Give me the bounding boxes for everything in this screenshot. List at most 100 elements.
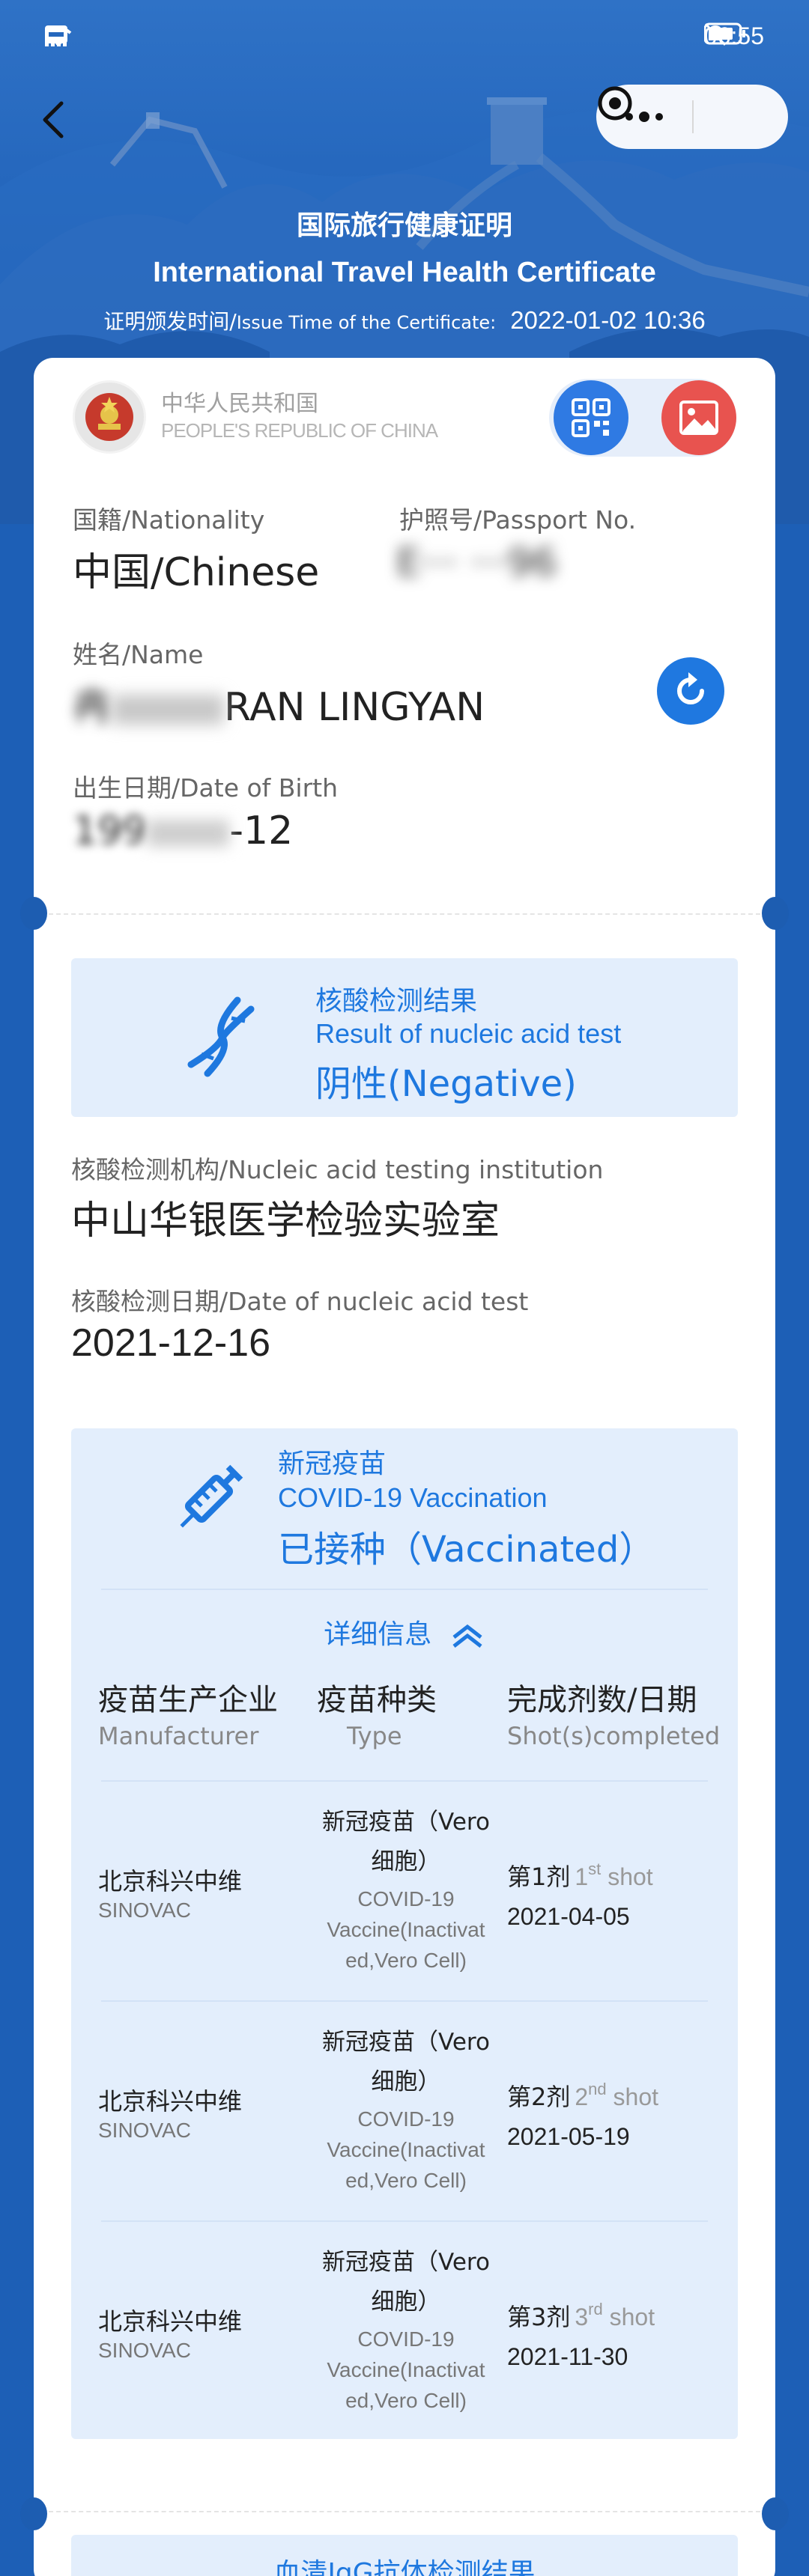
syringe-icon	[180, 1464, 243, 1528]
nucleic-result-panel: 核酸检测结果 Result of nucleic acid test 阴性(Ne…	[71, 958, 738, 1117]
name-redacted: 冉	[73, 685, 112, 730]
target-icon	[598, 86, 632, 121]
details-toggle[interactable]: 详细信息	[71, 1613, 738, 1651]
row-type-en-line1: COVID-19	[357, 2327, 455, 2351]
row-type-en-line2: Vaccine(Inactivat	[327, 2138, 485, 2161]
certificate-title-en: International Travel Health Certificate	[153, 257, 656, 288]
row-type-en-line2: Vaccine(Inactivat	[327, 2358, 485, 2381]
row-shot: 第1剂 1st shot	[507, 1858, 653, 1893]
ticket-notch	[20, 897, 47, 930]
row-manufacturer-en: SINOVAC	[98, 1898, 191, 1922]
dob-label: 出生日期/Date of Birth	[73, 773, 339, 803]
row-shot-word: shot	[613, 2083, 659, 2110]
row-shot-cn: 第2剂	[507, 2083, 571, 2111]
header-type-en: Type	[347, 1722, 402, 1750]
nucleic-title-en: Result of nucleic acid test	[315, 1018, 622, 1049]
row-type-en-line1: COVID-19	[357, 1887, 455, 1910]
dob-value: 199 -12	[73, 809, 293, 853]
header-manufacturer-en: Manufacturer	[98, 1722, 259, 1750]
dob-visible: -12	[229, 809, 294, 853]
chevron-up-icon	[452, 1624, 482, 1648]
test-date-value: 2021-12-16	[71, 1321, 270, 1365]
name-redaction	[112, 695, 225, 725]
dob-redacted: 199	[73, 809, 148, 853]
row-shot-suffix: nd	[588, 2080, 607, 2098]
ticket-notch	[762, 2497, 789, 2530]
row-shot-word: shot	[607, 1863, 653, 1890]
nationality-value: 中国/Chinese	[73, 550, 320, 595]
nationality-label: 国籍/Nationality	[73, 505, 265, 535]
row-date: 2021-11-30	[507, 2343, 628, 2370]
header-shots-en: Shot(s)completed	[507, 1722, 721, 1750]
institution-value: 中山华银医学检验实验室	[71, 1199, 500, 1243]
qr-code-icon	[572, 398, 610, 437]
status-bar: 4G 06:	[0, 0, 809, 75]
certificate-card: 中华人民共和国 PEOPLE'S REPUBLIC OF CHINA 国籍/Na…	[20, 358, 789, 2576]
issue-time-value: 2022-01-02 10:36	[510, 306, 706, 334]
passport-value: E··· ···96	[396, 541, 557, 585]
institution-label: 核酸检测机构/Nucleic acid testing institution	[71, 1155, 604, 1184]
vaccination-panel: 新冠疫苗 COVID-19 Vaccination 已接种（Vaccinated…	[71, 1428, 738, 2439]
qr-code-button[interactable]	[554, 380, 628, 455]
vaccine-status: 已接种（Vaccinated）	[278, 1529, 655, 1571]
issue-time: 证明颁发时间/Issue Time of the Certificate: 20…	[0, 305, 809, 335]
row-shot-cn: 第3剂	[507, 2303, 571, 2331]
refresh-icon	[677, 672, 704, 704]
details-label: 详细信息	[324, 1619, 432, 1650]
row-shot-num: 1	[575, 1863, 589, 1890]
image-button[interactable]	[661, 380, 736, 455]
country-name-en: PEOPLE'S REPUBLIC OF CHINA	[161, 419, 438, 442]
row-divider	[101, 2220, 708, 2222]
row-manufacturer-cn: 北京科兴中维	[98, 1867, 243, 1896]
test-date-label: 核酸检测日期/Date of nucleic acid test	[71, 1287, 529, 1316]
back-button[interactable]	[33, 97, 78, 142]
row-type-en-line1: COVID-19	[357, 2107, 455, 2131]
divider	[101, 1589, 708, 1590]
row-divider	[101, 2000, 708, 2002]
row-type-cn-line2: 细胞）	[371, 2289, 441, 2315]
vaccine-title-cn: 新冠疫苗	[278, 1449, 387, 1479]
issue-label-cn: 证明颁发时间/	[103, 309, 237, 334]
country-name-cn: 中华人民共和国	[161, 391, 318, 417]
row-manufacturer-en: SINOVAC	[98, 2119, 191, 2142]
row-manufacturer-cn: 北京科兴中维	[98, 2087, 243, 2116]
row-type-en-line3: ed,Vero Cell)	[345, 2169, 467, 2192]
row-type-cn-line1: 新冠疫苗（Vero	[322, 2249, 490, 2276]
row-shot-num: 2	[575, 2083, 589, 2110]
row-type-cn-line2: 细胞）	[371, 1848, 441, 1875]
divider	[49, 913, 760, 915]
name-label: 姓名/Name	[73, 640, 204, 669]
row-shot-suffix: rd	[588, 2300, 603, 2318]
passport-label: 护照号/Passport No.	[399, 505, 637, 535]
igg-result-panel: 血清IgG抗体检测结果	[71, 2535, 738, 2576]
mini-program-capsule	[596, 85, 788, 149]
ticket-notch	[762, 897, 789, 930]
row-type-cn-line1: 新冠疫苗（Vero	[322, 2029, 490, 2056]
row-type-cn-line2: 细胞）	[371, 2068, 441, 2095]
ticket-notch	[20, 2497, 47, 2530]
row-type-en-line3: ed,Vero Cell)	[345, 2389, 467, 2412]
app-notification-icon	[45, 25, 67, 43]
row-date: 2021-05-19	[507, 2123, 630, 2150]
header-shots-cn: 完成剂数/日期	[507, 1683, 697, 1717]
row-shot-cn: 第1剂	[507, 1863, 571, 1891]
close-program-button[interactable]	[598, 85, 788, 149]
row-manufacturer-en: SINOVAC	[98, 2339, 191, 2362]
row-shot-num: 3	[575, 2304, 589, 2330]
vaccine-title-en: COVID-19 Vaccination	[278, 1482, 548, 1513]
row-shot: 第3剂 3rd shot	[507, 2298, 655, 2333]
row-shot-word: shot	[609, 2304, 655, 2330]
divider	[49, 2511, 760, 2512]
certificate-title-cn: 国际旅行健康证明	[296, 210, 512, 241]
row-divider	[101, 1780, 708, 1782]
row-date: 2021-04-05	[507, 1903, 630, 1930]
image-icon	[679, 401, 718, 435]
refresh-button[interactable]	[657, 657, 724, 725]
nucleic-result: 阴性(Negative)	[315, 1063, 577, 1105]
dna-icon	[187, 996, 255, 1077]
name-value: 冉 RAN LINGYAN	[73, 675, 485, 731]
battery-icon	[703, 22, 745, 45]
dob-redaction	[147, 820, 230, 847]
row-shot: 第2剂 2nd shot	[507, 2078, 658, 2113]
header-manufacturer-cn: 疫苗生产企业	[98, 1683, 278, 1717]
